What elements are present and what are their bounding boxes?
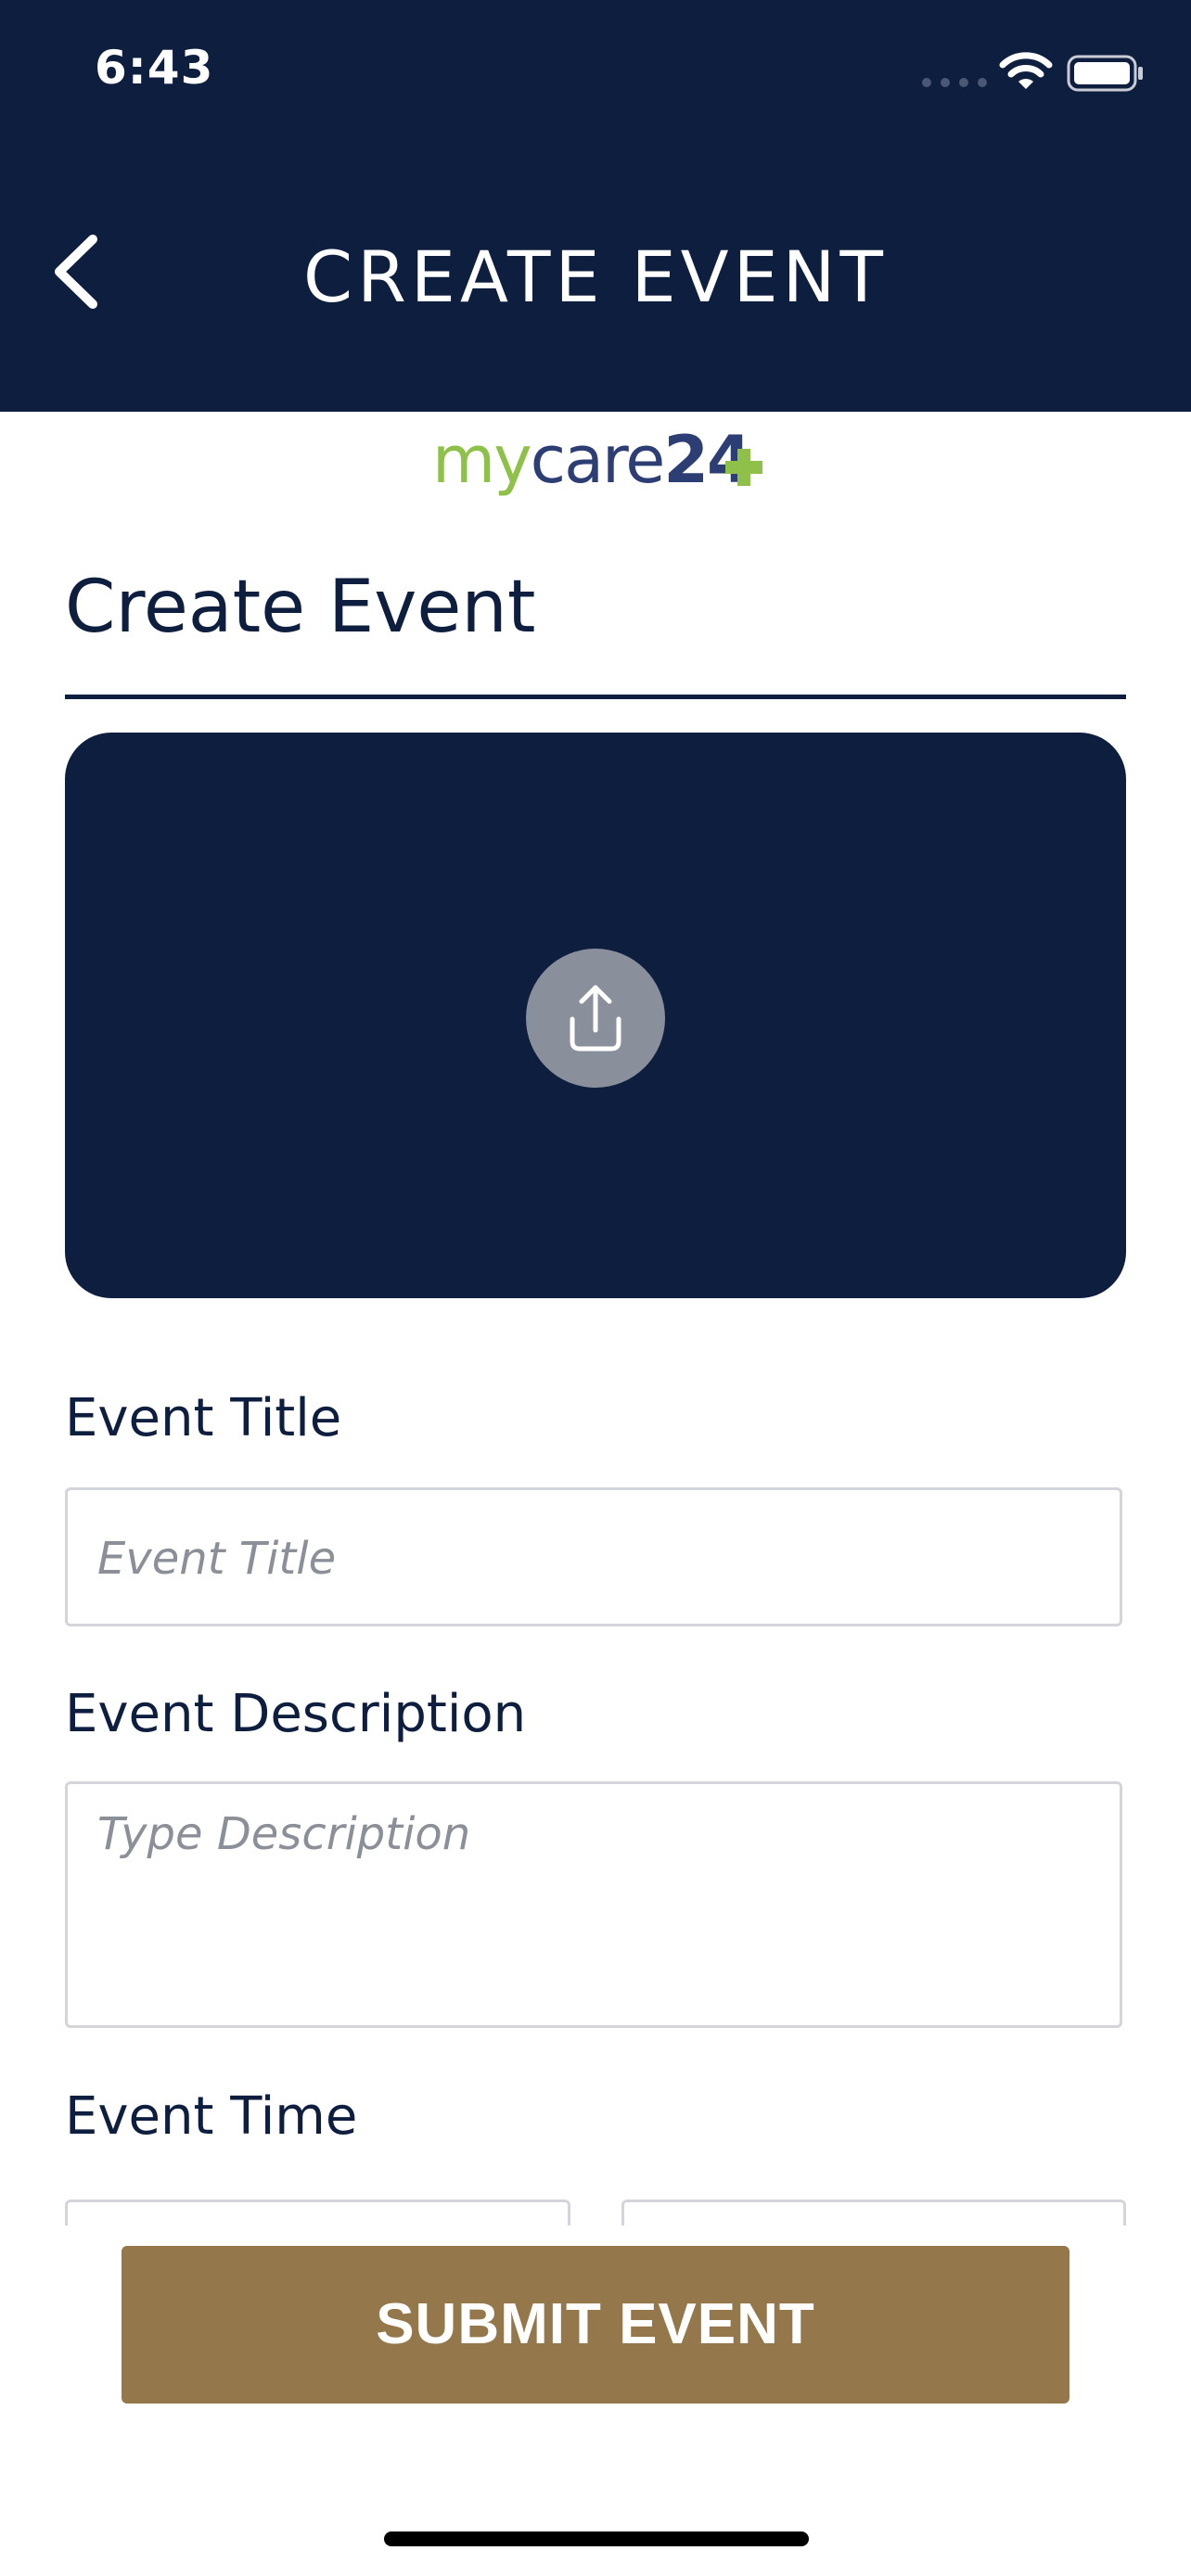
logo-my: my (432, 422, 532, 498)
event-description-placeholder: Type Description (97, 1808, 471, 1860)
mycare24-logo: mycare24 (432, 425, 766, 495)
cellular-signal-icon (922, 78, 987, 87)
submit-event-button[interactable]: SUBMIT EVENT (122, 2246, 1069, 2404)
battery-icon (1067, 55, 1143, 92)
image-upload-area[interactable] (65, 733, 1126, 1298)
event-description-textarea[interactable]: Type Description (65, 1781, 1122, 2028)
page-title: CREATE EVENT (303, 236, 888, 318)
event-description-label: Event Description (65, 1684, 527, 1744)
create-event-screen: 6:43 CREATE EVENT mycare24 Create Event … (0, 0, 1191, 2576)
section-divider (65, 695, 1126, 699)
home-indicator[interactable] (384, 2531, 809, 2546)
status-icons (922, 50, 1145, 96)
logo-care: care (530, 422, 666, 498)
wifi-icon (999, 52, 1053, 89)
event-title-input[interactable]: Event Title (65, 1487, 1122, 1626)
status-time: 6:43 (95, 41, 214, 95)
upload-icon (570, 985, 621, 1052)
section-title: Create Event (65, 566, 536, 649)
header-bar: 6:43 CREATE EVENT (0, 0, 1191, 412)
event-title-label: Event Title (65, 1388, 342, 1448)
event-title-placeholder: Event Title (97, 1533, 337, 1585)
upload-button[interactable] (526, 949, 665, 1088)
plus-icon (725, 449, 762, 486)
event-time-label: Event Time (65, 2086, 358, 2147)
